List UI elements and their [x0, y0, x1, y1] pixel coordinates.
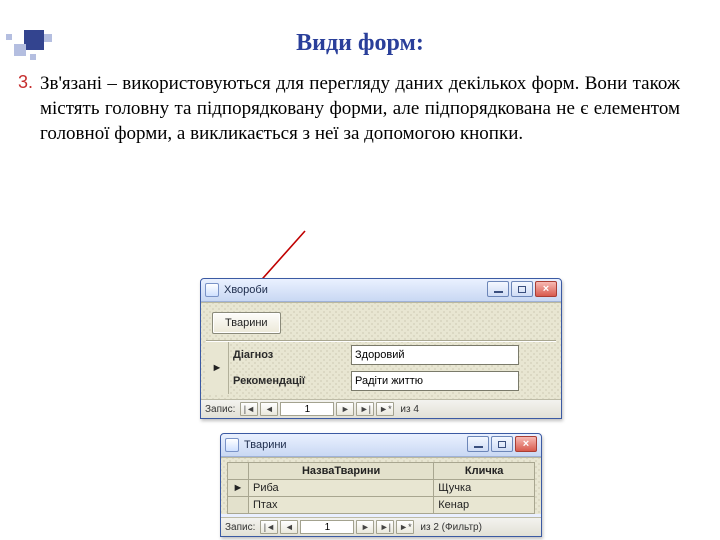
sub-window-title: Тварини	[244, 439, 287, 451]
nav-prev-button[interactable]: ◄	[260, 402, 278, 416]
record-position-input[interactable]	[300, 520, 354, 534]
recommendations-label: Рекомендації	[229, 368, 348, 394]
sub-record-navigator: Запис: |◄ ◄ ► ►| ►* из 2 (Фильтр)	[221, 517, 541, 536]
table-row: ► Діагноз	[206, 342, 556, 368]
nav-prev-button[interactable]: ◄	[280, 520, 298, 534]
nav-first-button[interactable]: |◄	[260, 520, 278, 534]
record-label: Запис:	[205, 404, 235, 415]
nav-next-button[interactable]: ►	[336, 402, 354, 416]
nav-last-button[interactable]: ►|	[376, 520, 394, 534]
sub-titlebar[interactable]: Тварини ×	[221, 434, 541, 457]
sub-grid: НазваТварини Кличка ► Риба Щучка Птах Ке…	[227, 462, 535, 514]
paragraph: Зв'язані – використовуються для перегляд…	[40, 73, 680, 144]
record-of-label: из 2 (Фильтр)	[420, 522, 482, 533]
diagnosis-label: Діагноз	[229, 342, 348, 368]
close-icon: ×	[543, 284, 549, 295]
list-number: 3.	[18, 71, 33, 95]
nav-next-button[interactable]: ►	[356, 520, 374, 534]
page-title: Види форм:	[0, 30, 720, 57]
main-titlebar[interactable]: Хвороби ×	[201, 279, 561, 302]
minimize-button[interactable]	[487, 281, 509, 297]
minimize-button[interactable]	[467, 436, 489, 452]
record-position-input[interactable]	[280, 402, 334, 416]
col-nickname[interactable]: Кличка	[434, 463, 535, 480]
cell-nickname[interactable]: Кенар	[434, 497, 535, 514]
record-selector[interactable]: ►	[206, 342, 229, 394]
nav-new-button[interactable]: ►*	[376, 402, 394, 416]
maximize-button[interactable]	[491, 436, 513, 452]
form-icon	[225, 438, 239, 452]
recommendations-field[interactable]	[351, 371, 519, 391]
table-row[interactable]: Птах Кенар	[228, 497, 535, 514]
form-icon	[205, 283, 219, 297]
main-fields-table: ► Діагноз Рекомендації	[206, 342, 556, 394]
body-text: 3. Зв'язані – використовуються для перег…	[40, 71, 680, 146]
sub-form-window: Тварини × НазваТварини Кличка ► Риба Щуч…	[220, 433, 542, 537]
table-row: Рекомендації	[206, 368, 556, 394]
record-of-label: из 4	[400, 404, 419, 415]
diagnosis-field[interactable]	[351, 345, 519, 365]
close-button[interactable]: ×	[515, 436, 537, 452]
table-header-row: НазваТварини Кличка	[228, 463, 535, 480]
main-form-body: Тварини ► Діагноз Рекомендації	[201, 302, 561, 399]
record-selector[interactable]: ►	[228, 480, 249, 497]
nav-new-button[interactable]: ►*	[396, 520, 414, 534]
maximize-button[interactable]	[511, 281, 533, 297]
main-record-navigator: Запис: |◄ ◄ ► ►| ►* из 4	[201, 399, 561, 418]
grid-corner[interactable]	[228, 463, 249, 480]
main-window-title: Хвороби	[224, 284, 268, 296]
col-animal-name[interactable]: НазваТварини	[249, 463, 434, 480]
open-subform-button[interactable]: Тварини	[212, 312, 281, 334]
nav-last-button[interactable]: ►|	[356, 402, 374, 416]
sub-form-body: НазваТварини Кличка ► Риба Щучка Птах Ке…	[221, 457, 541, 514]
record-label: Запис:	[225, 522, 255, 533]
main-form-window: Хвороби × Тварини ► Діагноз Рекомендації	[200, 278, 562, 419]
cell-animal-name[interactable]: Риба	[249, 480, 434, 497]
table-row[interactable]: ► Риба Щучка	[228, 480, 535, 497]
cell-nickname[interactable]: Щучка	[434, 480, 535, 497]
close-icon: ×	[523, 439, 529, 450]
record-selector[interactable]	[228, 497, 249, 514]
nav-first-button[interactable]: |◄	[240, 402, 258, 416]
cell-animal-name[interactable]: Птах	[249, 497, 434, 514]
close-button[interactable]: ×	[535, 281, 557, 297]
